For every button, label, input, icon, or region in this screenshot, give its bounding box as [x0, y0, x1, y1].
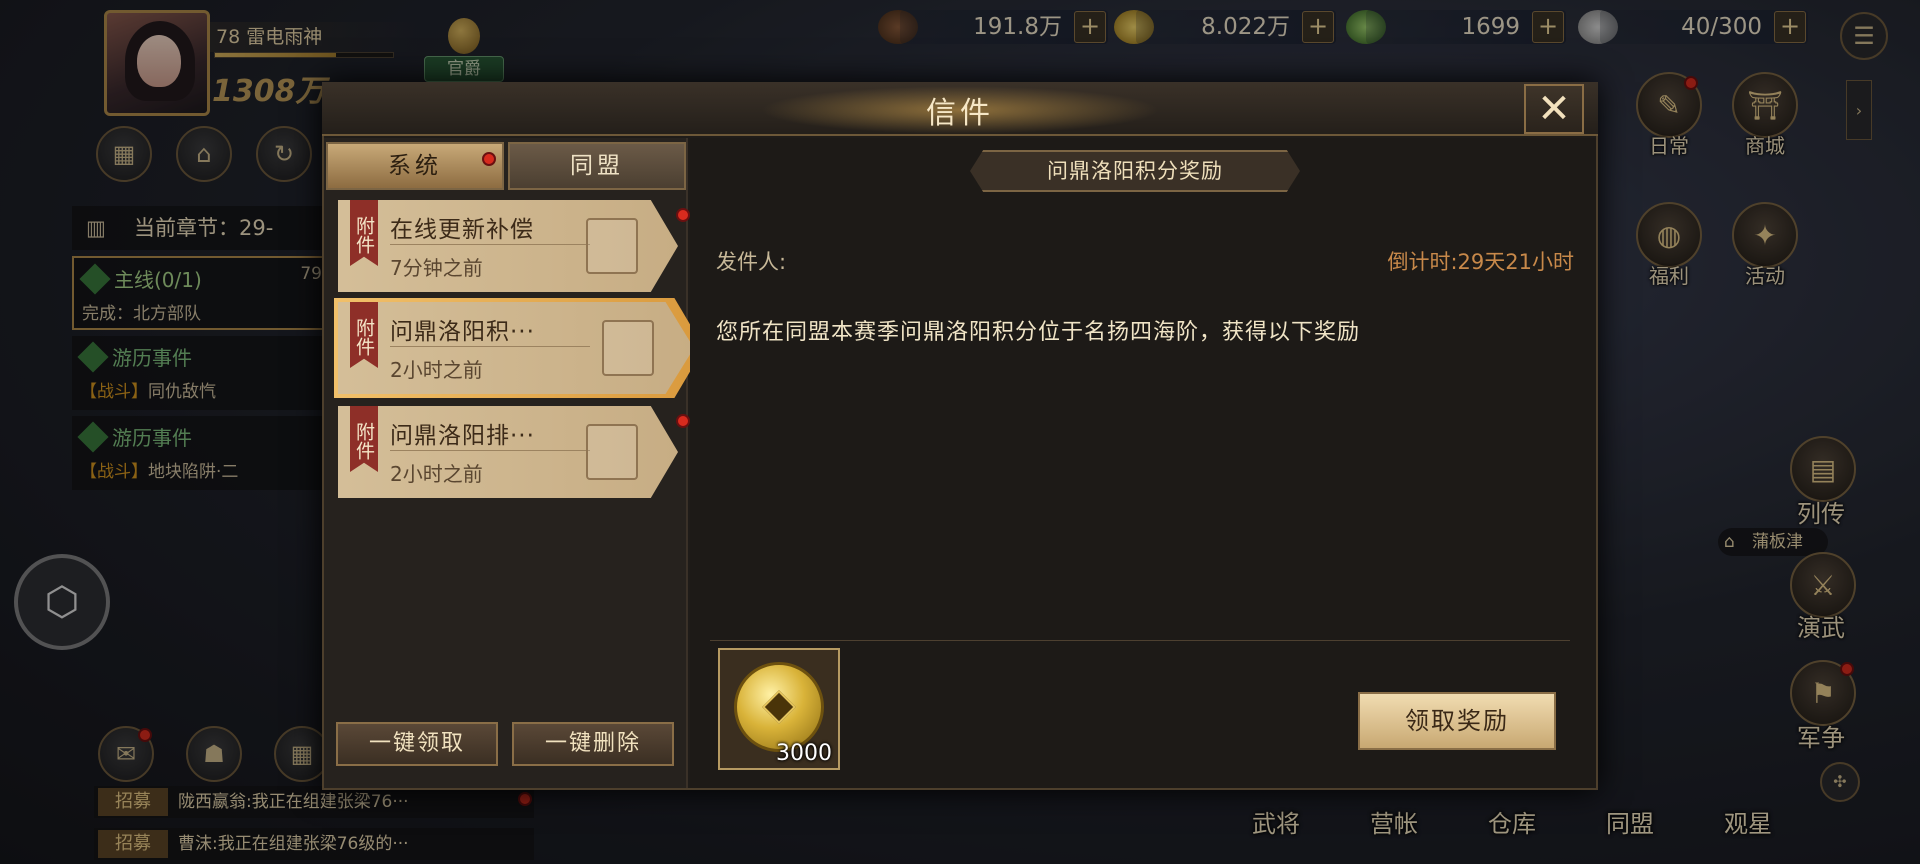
- mail-time: 2小时之前: [390, 358, 483, 382]
- countdown-text: 倒计时:29天21小时: [1387, 250, 1574, 274]
- mail-title: 问鼎洛阳排···: [390, 423, 535, 449]
- claim-all-button[interactable]: 一键领取: [336, 722, 498, 766]
- divider: [710, 640, 1570, 641]
- attachment-tag: 附件: [350, 200, 378, 266]
- tab-system[interactable]: 系统: [326, 142, 504, 190]
- tab-system-label: 系统: [388, 153, 442, 179]
- mail-item[interactable]: 附件 问鼎洛阳积··· 2小时之前: [338, 302, 694, 394]
- reward-count: 3000: [776, 741, 832, 766]
- tab-alliance[interactable]: 同盟: [508, 142, 686, 190]
- mail-time: 2小时之前: [390, 462, 483, 486]
- mail-body: 您所在同盟本赛季问鼎洛阳积分位于名扬四海阶，获得以下奖励: [716, 320, 1361, 345]
- delete-all-button[interactable]: 一键删除: [512, 722, 674, 766]
- copper-coin-icon: [734, 662, 824, 752]
- scroll-decoration-icon: [586, 424, 638, 480]
- close-button[interactable]: ✕: [1524, 84, 1584, 134]
- mail-time: 7分钟之前: [390, 256, 483, 280]
- claim-reward-button[interactable]: 领取奖励: [1358, 692, 1556, 750]
- mail-item[interactable]: 附件 在线更新补偿 7分钟之前: [338, 200, 678, 292]
- mail-title: 问鼎洛阳积···: [390, 319, 535, 345]
- close-icon: ✕: [1537, 86, 1571, 132]
- mail-title: 在线更新补偿: [390, 217, 534, 243]
- scroll-decoration-icon: [586, 218, 638, 274]
- tab-alliance-label: 同盟: [570, 153, 624, 179]
- unread-dot: [676, 414, 690, 428]
- mail-item[interactable]: 附件 问鼎洛阳排··· 2小时之前: [338, 406, 678, 498]
- reward-item[interactable]: 3000: [718, 648, 840, 770]
- scroll-decoration-icon: [602, 320, 654, 376]
- sender-label: 发件人:: [716, 250, 787, 274]
- attachment-tag: 附件: [350, 406, 378, 472]
- mail-subject: 问鼎洛阳积分奖励: [970, 150, 1300, 192]
- attachment-tag: 附件: [350, 302, 378, 368]
- dialog-title: 信件: [926, 96, 994, 131]
- unread-dot: [676, 208, 690, 222]
